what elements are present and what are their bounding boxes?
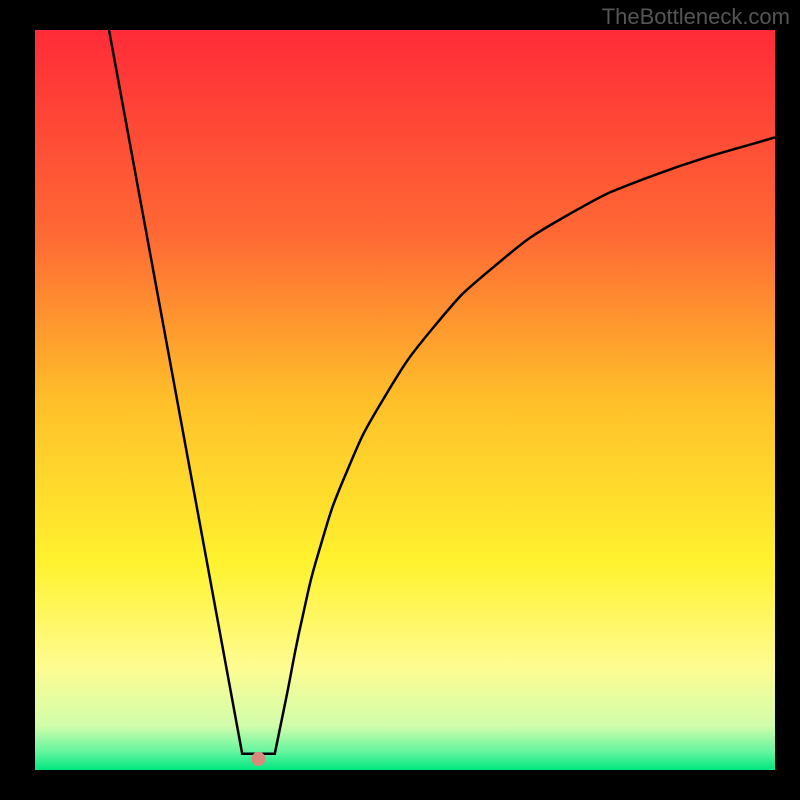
watermark: TheBottleneck.com: [602, 4, 790, 30]
optimal-point-marker: [251, 752, 265, 766]
plot-background: [35, 30, 775, 770]
chart-container: TheBottleneck.com: [0, 0, 800, 800]
chart-svg: [0, 0, 800, 800]
